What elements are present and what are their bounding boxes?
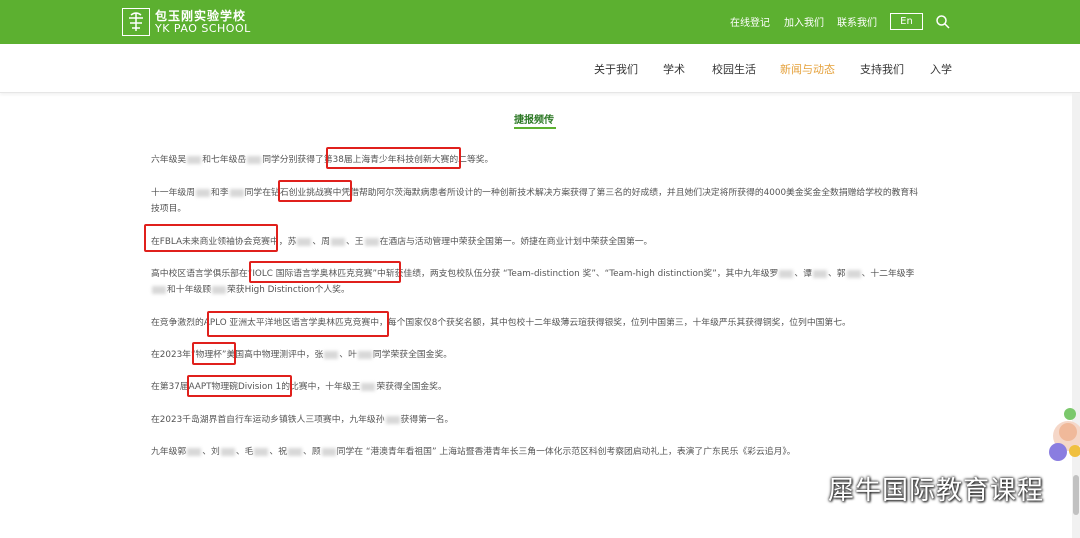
logo-name-cn: 包玉刚实验学校 (155, 8, 247, 23)
nav-news[interactable]: 新闻与动态 (780, 61, 835, 77)
watermark-text: 犀牛国际教育课程 (828, 476, 1045, 506)
nav-admission[interactable]: 入学 (930, 61, 952, 77)
search-icon[interactable] (935, 14, 951, 30)
contact-us-link[interactable]: 联系我们 (837, 14, 877, 29)
news-item-4: 高中校区语言学俱乐部在“IOLC 国际语言学奥林匹克竞赛”中斩获佳绩，两支包校队… (151, 269, 915, 295)
top-header: 包玉刚实验学校 YK PAO SCHOOL 在线登记 加入我们 联系我们 En (0, 0, 1080, 44)
nav-academics[interactable]: 学术 (663, 61, 685, 77)
join-us-link[interactable]: 加入我们 (784, 14, 824, 29)
nav-about[interactable]: 关于我们 (594, 61, 638, 77)
news-item-9: 九年级郭 、刘 、毛 、祝 、顾 同学在 “港澳青年看祖国” 上海站暨香港青年长三角一体化… (151, 447, 796, 457)
news-item-2: 十一年级周 和李 同学在钻石创业挑战赛中凭借帮助阿尔茨海默病患者所设计的一种创新技术… (151, 188, 919, 214)
news-item-5: 在竞争激烈的APLO 亚洲太平洋地区语言学奥林匹克竞赛中，每个国家仅8个获奖名额… (151, 318, 851, 328)
chat-assistant-icon[interactable] (1046, 404, 1080, 464)
online-register-link[interactable]: 在线登记 (730, 14, 770, 29)
news-item-7: 在第37届AAPT物理碗Division 1的比赛中，十年级王 荣获得全国金奖。 (151, 382, 447, 392)
nav-campus-life[interactable]: 校园生活 (712, 61, 756, 77)
wechat-icon (778, 471, 818, 507)
news-item-6: 在2023年“物理杯”美国高中物理测评中，张 、叶 同学荣获全国金奖。 (151, 350, 453, 360)
logo-name-en: YK PAO SCHOOL (155, 21, 251, 35)
section-title: 捷报频传 (514, 115, 554, 126)
page-scrollbar[interactable] (1072, 93, 1080, 538)
logo-emblem-icon (122, 8, 150, 36)
news-item-1: 六年级吴 和七年级岳 同学分别获得了第38届上海青少年科技创新大赛的二等奖。 (151, 155, 494, 165)
nav-support[interactable]: 支持我们 (860, 61, 904, 77)
scrollbar-thumb[interactable] (1073, 475, 1079, 515)
main-nav: 关于我们 学术 校园生活 新闻与动态 支持我们 入学 (0, 44, 1080, 93)
watermark: 犀牛国际教育课程 (778, 470, 1044, 507)
news-item-8: 在2023千岛湖界首自行车运动乡镇铁人三项赛中，九年级孙 获得第一名。 (151, 415, 454, 425)
title-underline (514, 127, 556, 129)
news-item-3: 在FBLA未来商业领袖协会竞赛中，苏 、周 、王 在酒店与活动管理中荣获全国第一。娇捷… (151, 237, 653, 247)
language-button[interactable]: En (890, 13, 923, 30)
school-logo[interactable]: 包玉刚实验学校 YK PAO SCHOOL (122, 7, 251, 37)
